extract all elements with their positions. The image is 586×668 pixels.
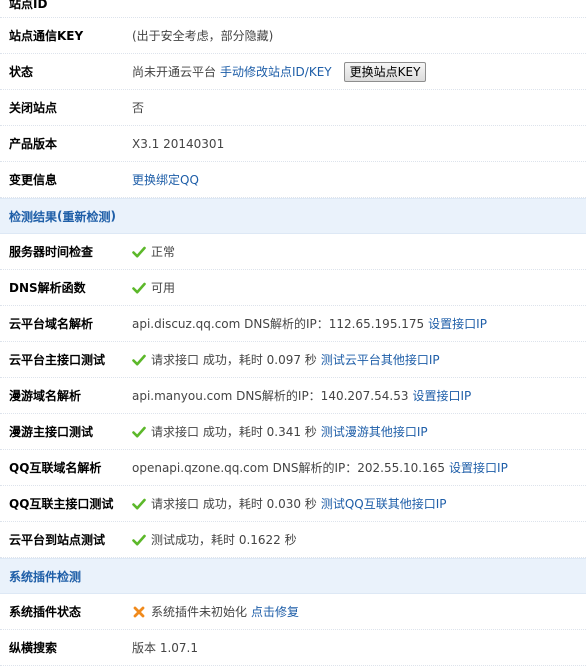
row-label: DNS解析函数 (9, 281, 86, 295)
set-api-ip-link[interactable]: 设置接口IP (412, 387, 471, 404)
check-icon (132, 426, 146, 437)
check-icon (132, 246, 146, 257)
row-server-time-check: 服务器时间检查 正常 (0, 234, 586, 270)
product-version-value: X3.1 20140301 (132, 136, 225, 151)
row-plugin-status: 系统插件状态 系统插件未初始化 点击修复 (0, 594, 586, 630)
row-site-key: 站点通信KEY (出于安全考虑，部分隐藏) (0, 18, 586, 54)
row-label: 漫游主接口测试 (9, 425, 94, 439)
change-bound-qq-link[interactable]: 更换绑定QQ (132, 171, 199, 188)
section-detect-results: 检测结果(重新检测) (0, 198, 586, 234)
row-cloud-domain-resolve: 云平台域名解析 api.discuz.qq.com DNS解析的IP：112.6… (0, 306, 586, 342)
row-label: 状态 (9, 65, 34, 79)
row-label: 纵横搜索 (9, 641, 58, 655)
edit-site-id-key-link[interactable]: 手动修改站点ID/KEY (220, 63, 332, 80)
check-icon (132, 354, 146, 365)
check-result-text: 可用 (151, 281, 176, 295)
check-icon (132, 534, 146, 545)
test-manyou-other-ip-link[interactable]: 测试漫游其他接口IP (321, 423, 428, 440)
row-label: 产品版本 (9, 137, 58, 151)
row-product-version: 产品版本 X3.1 20140301 (0, 126, 586, 162)
recheck-link[interactable]: 重新检测 (63, 208, 111, 225)
test-qq-connect-other-ip-link[interactable]: 测试QQ互联其他接口IP (321, 495, 447, 512)
dns-result-text: api.manyou.com DNS解析的IP：140.207.54.53 (132, 389, 409, 403)
row-label: 关闭站点 (9, 101, 58, 115)
click-repair-link[interactable]: 点击修复 (251, 603, 299, 620)
set-api-ip-link[interactable]: 设置接口IP (428, 315, 487, 332)
test-cloud-other-ip-link[interactable]: 测试云平台其他接口IP (321, 351, 440, 368)
search-version-value: 版本 1.07.1 (132, 641, 198, 655)
site-key-hidden-text: (出于安全考虑，部分隐藏) (132, 29, 274, 43)
row-close-site: 关闭站点 否 (0, 90, 586, 126)
check-result-text: 正常 (151, 245, 176, 259)
row-label: 云平台主接口测试 (9, 353, 106, 367)
section-plugin-check: 系统插件检测 (0, 558, 586, 594)
row-label: 站点通信KEY (9, 29, 84, 43)
check-icon (132, 498, 146, 509)
row-status: 状态 尚未开通云平台 手动修改站点ID/KEY 更换站点KEY (0, 54, 586, 90)
close-site-value: 否 (132, 101, 145, 115)
check-result-text: 请求接口 成功，耗时 0.341 秒 (151, 425, 317, 439)
row-label: 系统插件状态 (9, 605, 82, 619)
check-result-text: 请求接口 成功，耗时 0.030 秒 (151, 497, 317, 511)
row-site-id: 站点ID (0, 0, 586, 18)
row-cloud-to-site-test: 云平台到站点测试 测试成功，耗时 0.1622 秒 (0, 522, 586, 558)
check-result-text: 请求接口 成功，耗时 0.097 秒 (151, 353, 317, 367)
row-manyou-domain-resolve: 漫游域名解析 api.manyou.com DNS解析的IP：140.207.5… (0, 378, 586, 414)
cross-icon (133, 606, 145, 617)
row-label: QQ互联主接口测试 (9, 497, 114, 511)
row-label: 站点ID (9, 0, 48, 11)
row-qq-connect-api-test: QQ互联主接口测试 请求接口 成功，耗时 0.030 秒 测试QQ互联其他接口I… (0, 486, 586, 522)
row-label: QQ互联域名解析 (9, 461, 102, 475)
check-icon (132, 282, 146, 293)
row-manyou-api-test: 漫游主接口测试 请求接口 成功，耗时 0.341 秒 测试漫游其他接口IP (0, 414, 586, 450)
cloud-settings-table: 站点ID 站点通信KEY (出于安全考虑，部分隐藏) 状态 尚未开通云平台 手动… (0, 0, 586, 666)
row-label: 服务器时间检查 (9, 245, 94, 259)
row-qq-connect-domain-resolve: QQ互联域名解析 openapi.qzone.qq.com DNS解析的IP：2… (0, 450, 586, 486)
section-title: 系统插件检测 (9, 569, 82, 584)
dns-result-text: openapi.qzone.qq.com DNS解析的IP：202.55.10.… (132, 461, 446, 475)
section-title: 检测结果 (9, 209, 58, 224)
plugin-status-text: 系统插件未初始化 (151, 605, 248, 619)
change-site-key-button[interactable]: 更换站点KEY (343, 61, 427, 82)
row-label: 漫游域名解析 (9, 389, 82, 403)
row-label: 云平台到站点测试 (9, 533, 106, 547)
status-text: 尚未开通云平台 (132, 65, 217, 79)
row-cloud-api-test: 云平台主接口测试 请求接口 成功，耗时 0.097 秒 测试云平台其他接口IP (0, 342, 586, 378)
dns-result-text: api.discuz.qq.com DNS解析的IP：112.65.195.17… (132, 317, 425, 331)
set-api-ip-link[interactable]: 设置接口IP (449, 459, 508, 476)
row-label: 变更信息 (9, 173, 58, 187)
row-dns-function: DNS解析函数 可用 (0, 270, 586, 306)
check-result-text: 测试成功，耗时 0.1622 秒 (151, 533, 297, 547)
row-label: 云平台域名解析 (9, 317, 94, 331)
row-search-version: 纵横搜索 版本 1.07.1 (0, 630, 586, 666)
row-change-info: 变更信息 更换绑定QQ (0, 162, 586, 198)
